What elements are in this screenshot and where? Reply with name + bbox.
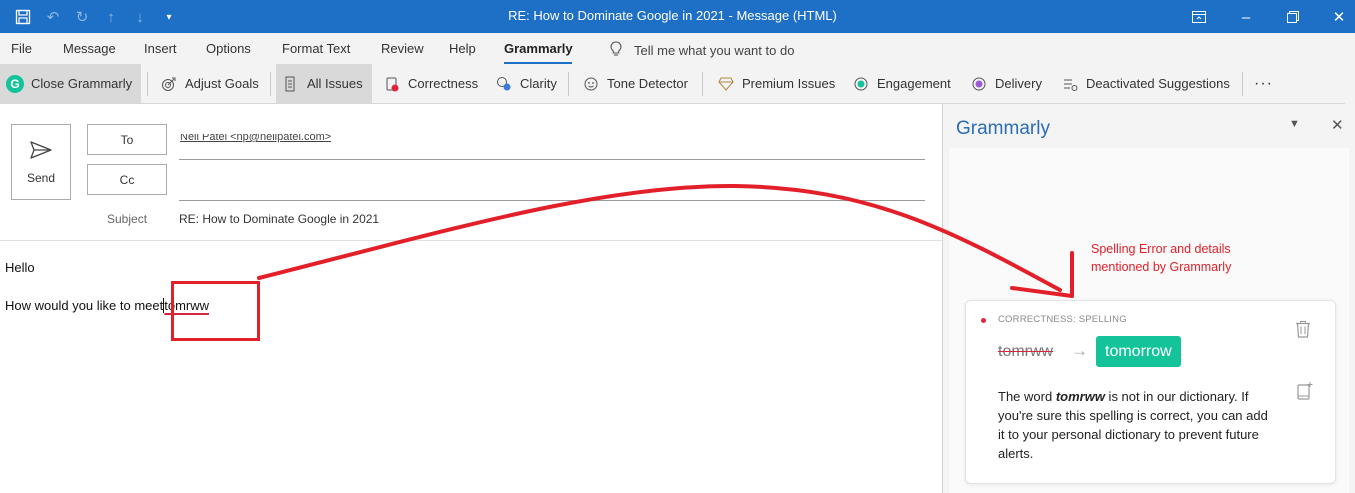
tab-options[interactable]: Options [206, 41, 251, 56]
pane-close-icon[interactable]: ✕ [1331, 116, 1344, 134]
window-title: RE: How to Dominate Google in 2021 - Mes… [508, 8, 837, 23]
ribbon-display-icon[interactable] [1188, 6, 1210, 28]
all-issues-button[interactable]: All Issues [276, 64, 372, 103]
engagement-button[interactable]: Engagement [846, 64, 957, 103]
clarity-button[interactable]: Clarity [489, 64, 563, 103]
header-divider [0, 240, 942, 241]
body-greeting[interactable]: Hello [5, 260, 35, 275]
deactivated-suggestions-button[interactable]: Deactivated Suggestions [1055, 64, 1236, 103]
pane-title: Grammarly [956, 118, 1050, 139]
minimize-icon[interactable]: – [1235, 6, 1257, 28]
close-icon[interactable]: ✕ [1328, 6, 1350, 28]
arrow-right-icon: → [1071, 341, 1088, 360]
add-to-dictionary-icon[interactable] [1296, 381, 1314, 403]
lightbulb-icon [610, 41, 622, 60]
accept-suggestion-button[interactable]: tomorrow [1096, 336, 1181, 367]
deactivated-suggestions-label: Deactivated Suggestions [1086, 76, 1230, 91]
restore-icon[interactable] [1282, 6, 1304, 28]
tell-me-search[interactable]: Tell me what you want to do [610, 41, 794, 60]
pane-options-icon[interactable]: ▼ [1289, 118, 1300, 130]
to-field-value[interactable]: Neil Patel <np@neilpatel.com> [180, 134, 331, 143]
premium-issues-button[interactable]: Premium Issues [711, 64, 841, 103]
cc-button[interactable]: Cc [87, 164, 167, 195]
error-dot-icon [981, 318, 986, 323]
clarity-icon [495, 75, 513, 93]
delivery-button[interactable]: Delivery [964, 64, 1048, 103]
tab-review[interactable]: Review [381, 41, 424, 56]
subject-label: Subject [107, 212, 148, 226]
original-word: tomrww [998, 343, 1054, 360]
tab-help[interactable]: Help [449, 41, 476, 56]
ribbon-tabs: File Message Insert Options Format Text … [0, 33, 1355, 64]
annotation-label: Spelling Error and details mentioned by … [1091, 242, 1232, 274]
goals-icon [160, 75, 178, 93]
clarity-label: Clarity [520, 76, 557, 91]
tab-format-text[interactable]: Format Text [282, 41, 350, 56]
compose-area: Send To Neil Patel <np@neilpatel.com> Cc… [0, 104, 942, 493]
card-category: CORRECTNESS: SPELLING [998, 314, 1127, 325]
send-icon [29, 140, 53, 163]
cc-field[interactable] [179, 200, 925, 201]
body-text: How would you like to meet [5, 298, 164, 313]
correctness-icon [383, 75, 401, 93]
subject-field[interactable]: RE: How to Dominate Google in 2021 [179, 212, 379, 226]
engagement-label: Engagement [877, 76, 951, 91]
close-grammarly-button[interactable]: G Close Grammarly [0, 64, 141, 103]
pane-header: Grammarly ▼ ✕ [943, 104, 1355, 148]
title-bar: ↶ ↻ ↑ ↓ ▾ RE: How to Dominate Google in … [0, 0, 1355, 33]
deactivated-list-icon [1061, 75, 1079, 93]
correctness-label: Correctness [408, 76, 479, 91]
delivery-label: Delivery [995, 76, 1042, 91]
premium-issues-label: Premium Issues [742, 76, 836, 91]
tell-me-label: Tell me what you want to do [634, 43, 795, 58]
ribbon-edge [1345, 33, 1355, 104]
more-options-button[interactable]: ··· [1248, 64, 1279, 103]
card-description: The word tomrww is not in our dictionary… [998, 387, 1268, 463]
engagement-icon [852, 75, 870, 93]
annotation-highlight-box [171, 281, 260, 341]
send-label: Send [26, 170, 56, 185]
tone-detector-button[interactable]: Tone Detector [576, 64, 694, 103]
desc-word: tomrww [1055, 389, 1105, 404]
adjust-goals-label: Adjust Goals [185, 76, 259, 91]
trash-icon[interactable] [1295, 320, 1313, 340]
send-button[interactable]: Send [11, 124, 71, 200]
tab-grammarly[interactable]: Grammarly [504, 41, 573, 56]
list-icon [282, 75, 300, 93]
close-grammarly-label: Close Grammarly [31, 76, 133, 91]
to-field[interactable] [179, 159, 925, 160]
suggestion-card[interactable]: CORRECTNESS: SPELLING tomrww → tomorrow … [965, 300, 1336, 484]
correctness-button[interactable]: Correctness [377, 64, 484, 103]
delivery-icon [970, 75, 988, 93]
to-button[interactable]: To [87, 124, 167, 155]
all-issues-label: All Issues [307, 76, 363, 91]
smiley-icon [582, 75, 600, 93]
tab-insert[interactable]: Insert [144, 41, 177, 56]
grammarly-toolbar: G Close Grammarly Adjust Goals All Issue… [0, 64, 1355, 104]
diamond-icon [717, 75, 735, 93]
tone-detector-label: Tone Detector [607, 76, 688, 91]
grammarly-logo-icon: G [6, 74, 24, 93]
tab-file[interactable]: File [11, 41, 32, 56]
adjust-goals-button[interactable]: Adjust Goals [154, 64, 265, 103]
desc-pre: The word [998, 389, 1056, 404]
tab-message[interactable]: Message [63, 41, 116, 56]
